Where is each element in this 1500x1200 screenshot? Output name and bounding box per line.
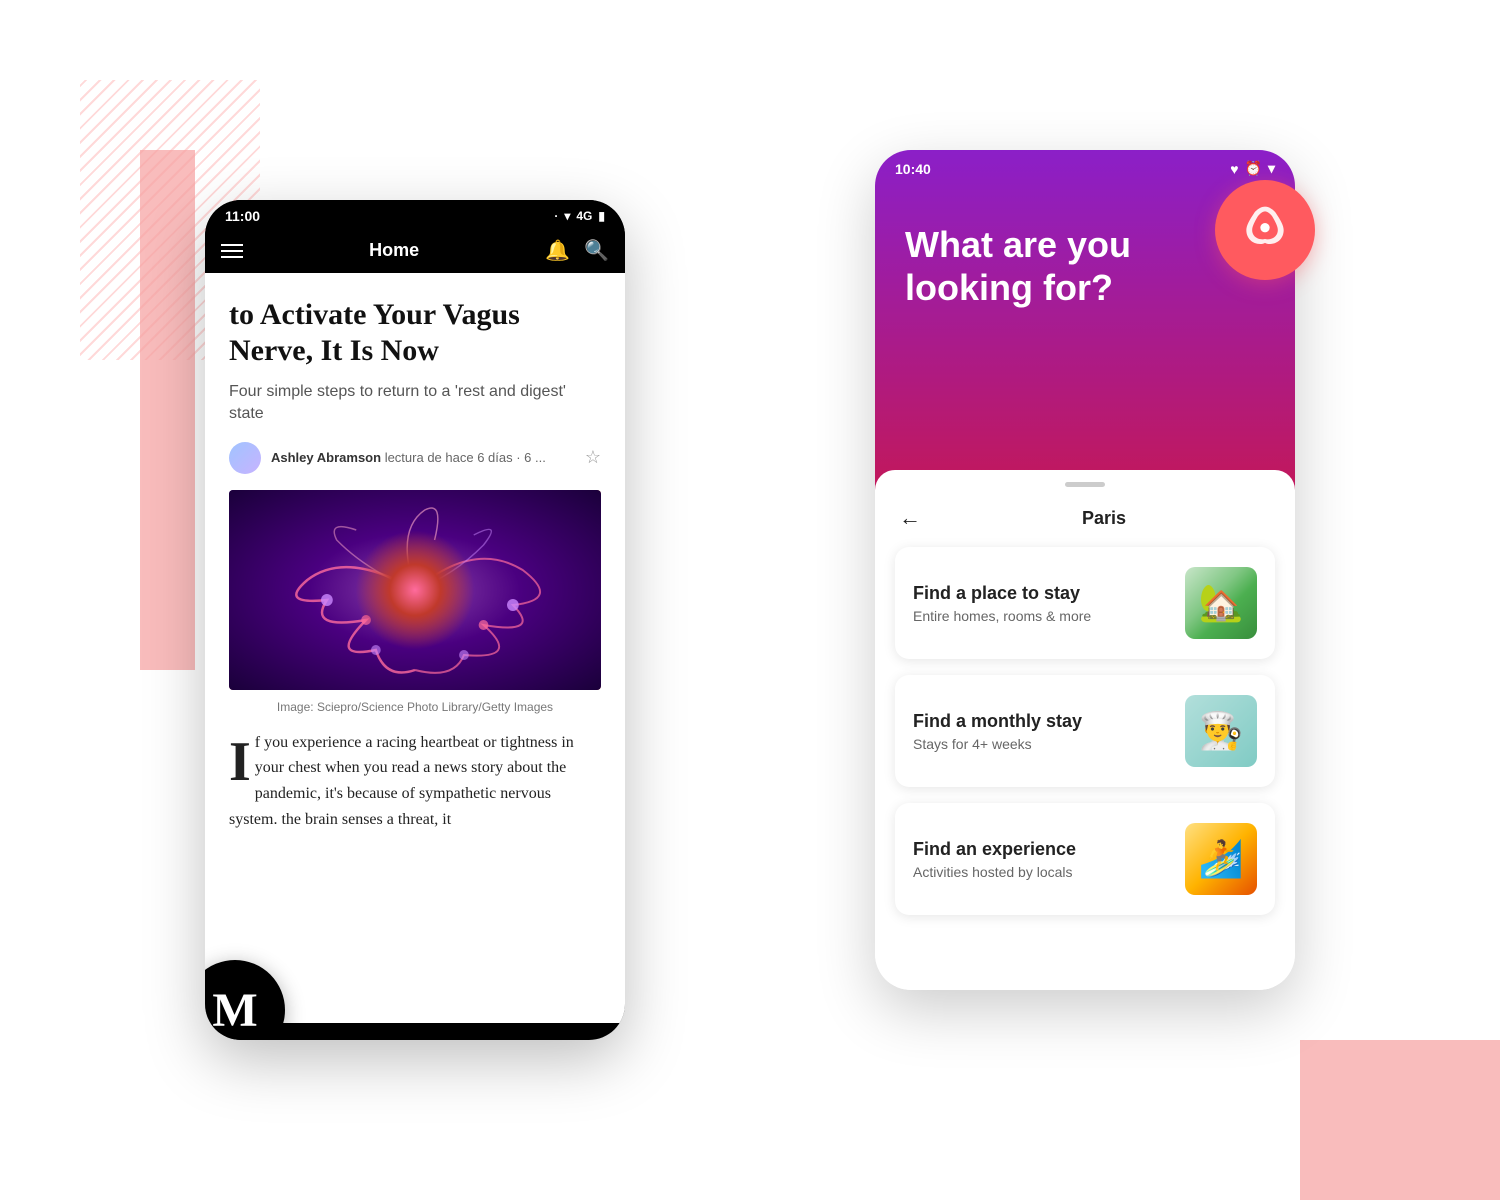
author-name: Ashley Abramson [271, 450, 381, 465]
author-meta: lectura de hace 6 días · 6 ... [385, 450, 546, 465]
medium-time: 11:00 [225, 208, 260, 224]
option-monthly-image [1185, 695, 1257, 767]
medium-content: to Activate Your Vagus Nerve, It Is Now … [205, 273, 625, 1023]
airbnb-options-sheet: ← Paris Find a place to stay Entire home… [875, 470, 1295, 990]
article-body-text: f you experience a racing heartbeat or t… [229, 734, 574, 828]
article-body: I f you experience a racing heartbeat or… [229, 730, 601, 832]
article-title: to Activate Your Vagus Nerve, It Is Now [229, 297, 601, 369]
option-experience-title: Find an experience [913, 839, 1076, 860]
author-row: Ashley Abramson lectura de hace 6 días ·… [229, 442, 601, 474]
surfer-image [1185, 823, 1257, 895]
battery-icon: ▮ [598, 209, 605, 223]
hamburger-menu-icon[interactable] [221, 244, 243, 258]
drop-cap: I [229, 734, 251, 790]
network-status-icon: 4G [576, 209, 592, 223]
option-stay-subtitle: Entire homes, rooms & more [913, 608, 1091, 624]
medium-nav-title: Home [255, 240, 533, 261]
medium-phone-mockup: 11:00 · ▾ 4G ▮ Home 🔔 🔍 to Activate Y [205, 200, 625, 1040]
medium-status-icons: · ▾ 4G ▮ [554, 209, 605, 223]
option-stay-image [1185, 567, 1257, 639]
airbnb-logo-circle [1215, 180, 1315, 280]
wifi-status-icon: ▾ [564, 209, 570, 223]
airbnb-heading-line1: What are you [905, 223, 1265, 266]
neural-network-image [229, 490, 601, 690]
airbnb-status-icons: ♥ ⏰ ▾ [1230, 160, 1275, 177]
option-stay-title: Find a place to stay [913, 583, 1091, 604]
wifi-airbnb-icon: ▾ [1268, 160, 1275, 177]
option-experience-subtitle: Activities hosted by locals [913, 864, 1076, 880]
author-avatar [229, 442, 261, 474]
option-card-experience[interactable]: Find an experience Activities hosted by … [895, 803, 1275, 915]
alarm-icon: ⏰ [1245, 160, 1262, 177]
option-experience-image [1185, 823, 1257, 895]
house-image [1185, 567, 1257, 639]
back-arrow-icon[interactable]: ← [899, 505, 921, 531]
option-card-stay[interactable]: Find a place to stay Entire homes, rooms… [895, 547, 1275, 659]
bookmark-icon[interactable]: ☆ [585, 447, 601, 468]
image-caption: Image: Sciepro/Science Photo Library/Get… [229, 700, 601, 714]
option-experience-text: Find an experience Activities hosted by … [913, 839, 1076, 880]
search-icon[interactable]: 🔍 [584, 238, 609, 263]
author-info: Ashley Abramson lectura de hace 6 días ·… [271, 450, 546, 465]
medium-nav-bar: Home 🔔 🔍 [205, 228, 625, 273]
article-subtitle: Four simple steps to return to a 'rest a… [229, 381, 601, 426]
airbnb-status-bar: 10:40 ♥ ⏰ ▾ [875, 150, 1295, 183]
person-cooking-image [1185, 695, 1257, 767]
option-stay-text: Find a place to stay Entire homes, rooms… [913, 583, 1091, 624]
article-image [229, 490, 601, 690]
signal-dot-icon: · [554, 209, 558, 223]
medium-status-bar: 11:00 · ▾ 4G ▮ [205, 200, 625, 228]
option-card-monthly[interactable]: Find a monthly stay Stays for 4+ weeks [895, 675, 1275, 787]
heart-status-icon: ♥ [1230, 161, 1238, 177]
option-monthly-subtitle: Stays for 4+ weeks [913, 736, 1082, 752]
airbnb-phone-wrapper: 10:40 ♥ ⏰ ▾ What are you looking for? [875, 150, 1295, 990]
airbnb-logo-svg [1237, 202, 1293, 258]
airbnb-phone-mockup: 10:40 ♥ ⏰ ▾ What are you looking for? [875, 150, 1295, 990]
neural-overlay [229, 490, 601, 690]
option-monthly-text: Find a monthly stay Stays for 4+ weeks [913, 711, 1082, 752]
airbnb-heading-line2: looking for? [905, 266, 1265, 309]
option-monthly-title: Find a monthly stay [913, 711, 1082, 732]
bell-icon[interactable]: 🔔 [545, 238, 570, 263]
airbnb-time: 10:40 [895, 161, 931, 177]
airbnb-city-label: Paris [937, 508, 1271, 529]
airbnb-back-bar: ← Paris [895, 487, 1275, 547]
medium-nav-icons: 🔔 🔍 [545, 238, 609, 263]
main-container: 11:00 · ▾ 4G ▮ Home 🔔 🔍 to Activate Y [0, 0, 1500, 1200]
